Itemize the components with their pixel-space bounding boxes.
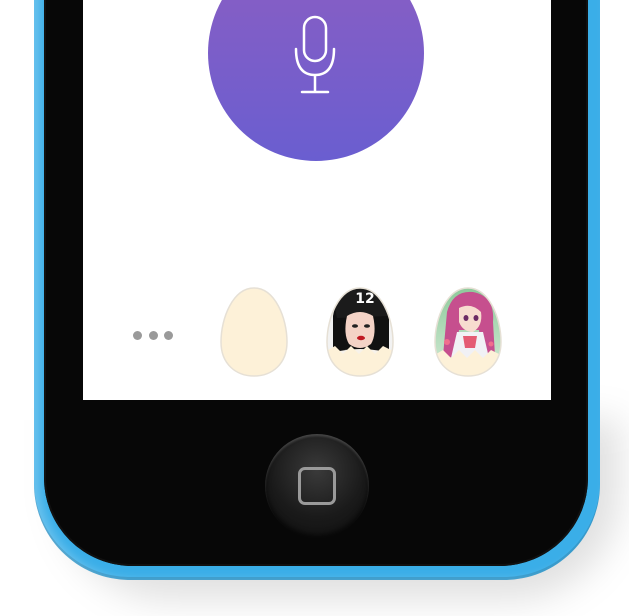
microphone-icon: [294, 15, 336, 94]
app-screen: 12: [83, 0, 551, 400]
empty-egg-avatar: [220, 287, 288, 377]
more-contacts-button[interactable]: [133, 330, 173, 340]
cap-number-label: 12: [355, 291, 374, 307]
empty-contact-egg[interactable]: [219, 286, 289, 378]
more-dots-icon: [148, 330, 158, 340]
contact-egg-avatar[interactable]: [433, 286, 503, 378]
home-square-icon: [298, 467, 336, 505]
phone-mockup: 12: [0, 0, 629, 616]
contact-egg-avatar[interactable]: 12: [325, 286, 395, 378]
more-dots-icon: [133, 330, 142, 340]
record-voice-button[interactable]: [208, 0, 424, 161]
home-button[interactable]: [265, 434, 369, 538]
more-dots-icon: [164, 330, 173, 340]
egg-avatar-girl-cap: 12: [326, 287, 394, 377]
egg-avatar-anime-girl: [434, 287, 502, 377]
